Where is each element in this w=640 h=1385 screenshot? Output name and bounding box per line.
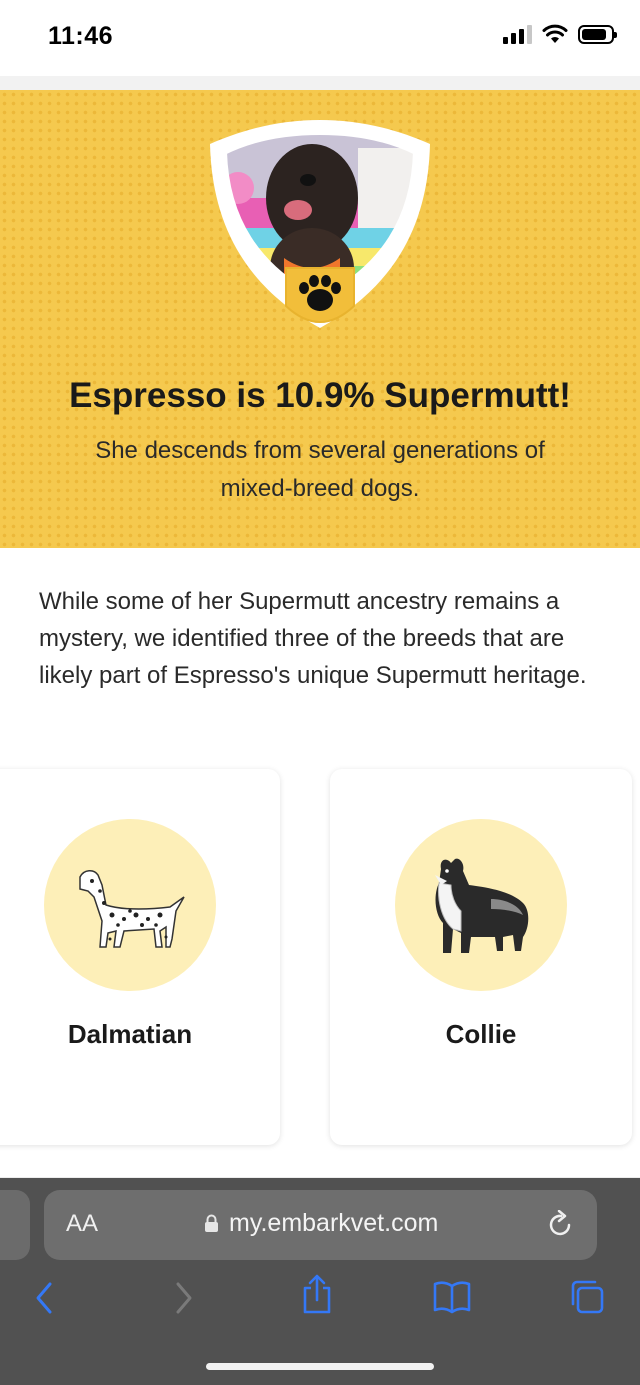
battery-icon <box>578 24 617 44</box>
browser-bottom-bar: AA my.embarkvet.com <box>0 1178 640 1385</box>
breed-image-circle <box>395 819 567 991</box>
status-bar: 11:46 <box>0 0 640 76</box>
browser-toolbar <box>0 1274 640 1328</box>
url-display[interactable]: my.embarkvet.com <box>204 1209 438 1238</box>
collie-icon <box>435 858 529 953</box>
supermutt-subtitle: She descends from several generations of… <box>95 437 545 502</box>
tabs-icon[interactable] <box>568 1278 606 1316</box>
wifi-icon <box>542 24 568 43</box>
supermutt-title: Espresso is 10.9% Supermutt! <box>69 376 571 415</box>
dalmatian-icon <box>79 870 185 948</box>
share-icon[interactable] <box>300 1272 334 1316</box>
status-time: 11:46 <box>48 22 114 50</box>
home-indicator[interactable] <box>206 1363 434 1370</box>
reader-settings-label: AA <box>66 1210 99 1237</box>
lock-icon <box>205 1214 218 1232</box>
breed-name: Dalmatian <box>67 1019 193 1049</box>
breed-card-collie[interactable]: Collie <box>330 769 632 1145</box>
previous-tab-preview[interactable] <box>0 1190 30 1260</box>
back-icon[interactable] <box>32 1278 58 1318</box>
status-icons <box>503 24 617 44</box>
breed-name: Collie <box>445 1019 517 1049</box>
ancestry-intro-text: While some of her Supermutt ancestry rem… <box>39 588 587 689</box>
cellular-signal-icon <box>503 24 532 44</box>
breed-card-dalmatian[interactable]: Dalmatian <box>0 769 280 1145</box>
address-bar[interactable]: AA my.embarkvet.com <box>44 1190 597 1260</box>
reader-settings-button[interactable]: AA <box>66 1210 98 1238</box>
forward-icon[interactable] <box>170 1278 196 1318</box>
reload-icon[interactable] <box>547 1210 575 1240</box>
breed-image-circle <box>44 819 216 991</box>
page-bottom-edge <box>0 1160 640 1178</box>
bookmarks-icon[interactable] <box>432 1278 472 1314</box>
supermutt-hero: Espresso is 10.9% Supermutt! She descend… <box>0 90 640 548</box>
page-top-divider <box>0 76 640 90</box>
url-text: my.embarkvet.com <box>229 1209 439 1237</box>
dog-photo-badge <box>210 120 430 328</box>
